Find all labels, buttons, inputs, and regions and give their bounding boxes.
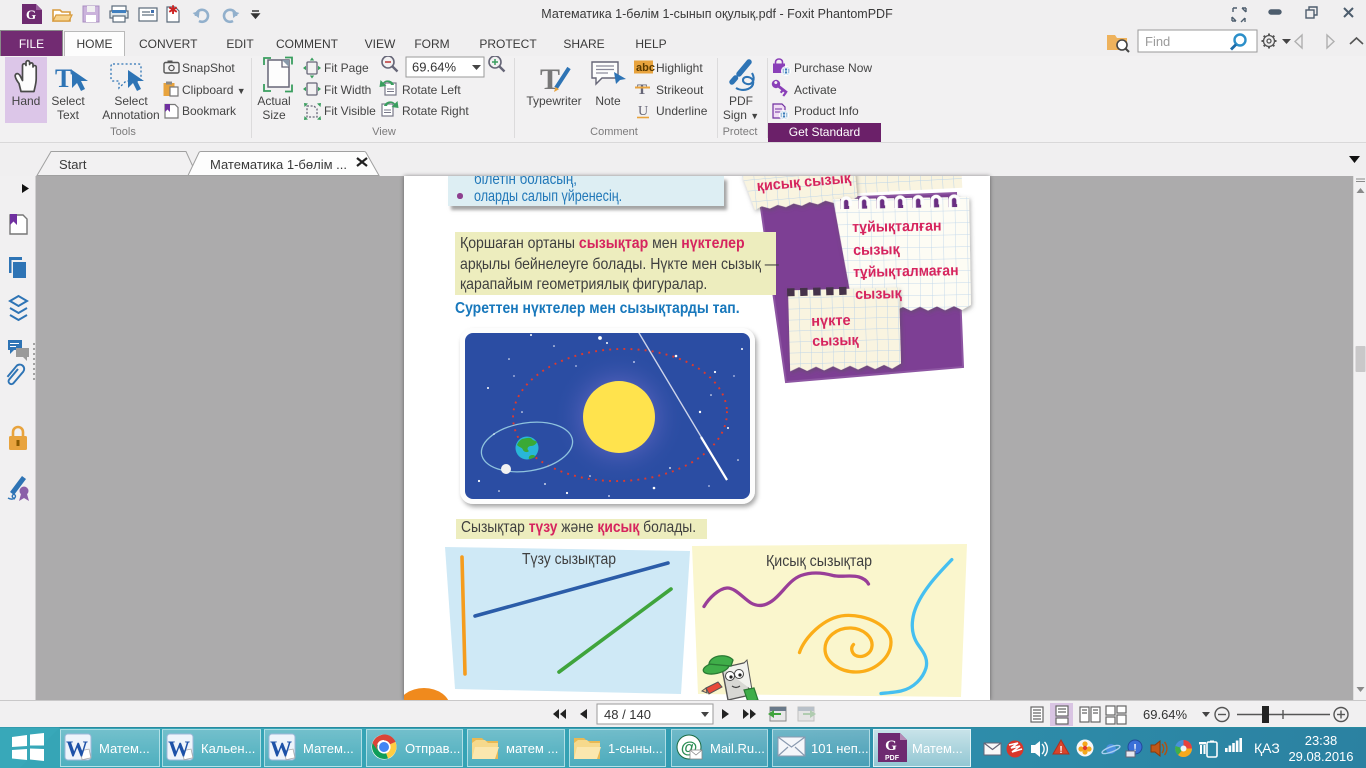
- svg-text:29.08.2016: 29.08.2016: [1288, 749, 1353, 764]
- svg-text:48 / 140: 48 / 140: [604, 707, 651, 722]
- svg-text:abc: abc: [636, 62, 655, 74]
- svg-text:PDF: PDF: [885, 755, 900, 762]
- svg-text:ҚАЗ: ҚАЗ: [1254, 740, 1280, 756]
- svg-text:T: T: [637, 82, 647, 98]
- svg-text:Find: Find: [1145, 34, 1170, 49]
- svg-text:G: G: [26, 7, 36, 22]
- svg-text:W: W: [66, 736, 88, 761]
- svg-text:G: G: [885, 738, 897, 754]
- svg-text:69.64%: 69.64%: [412, 60, 457, 75]
- svg-text:T: T: [540, 63, 560, 96]
- svg-text:!: !: [1059, 745, 1062, 756]
- svg-text:69.64%: 69.64%: [1143, 707, 1188, 722]
- svg-text:T: T: [55, 64, 72, 93]
- svg-text:23:38: 23:38: [1305, 733, 1338, 748]
